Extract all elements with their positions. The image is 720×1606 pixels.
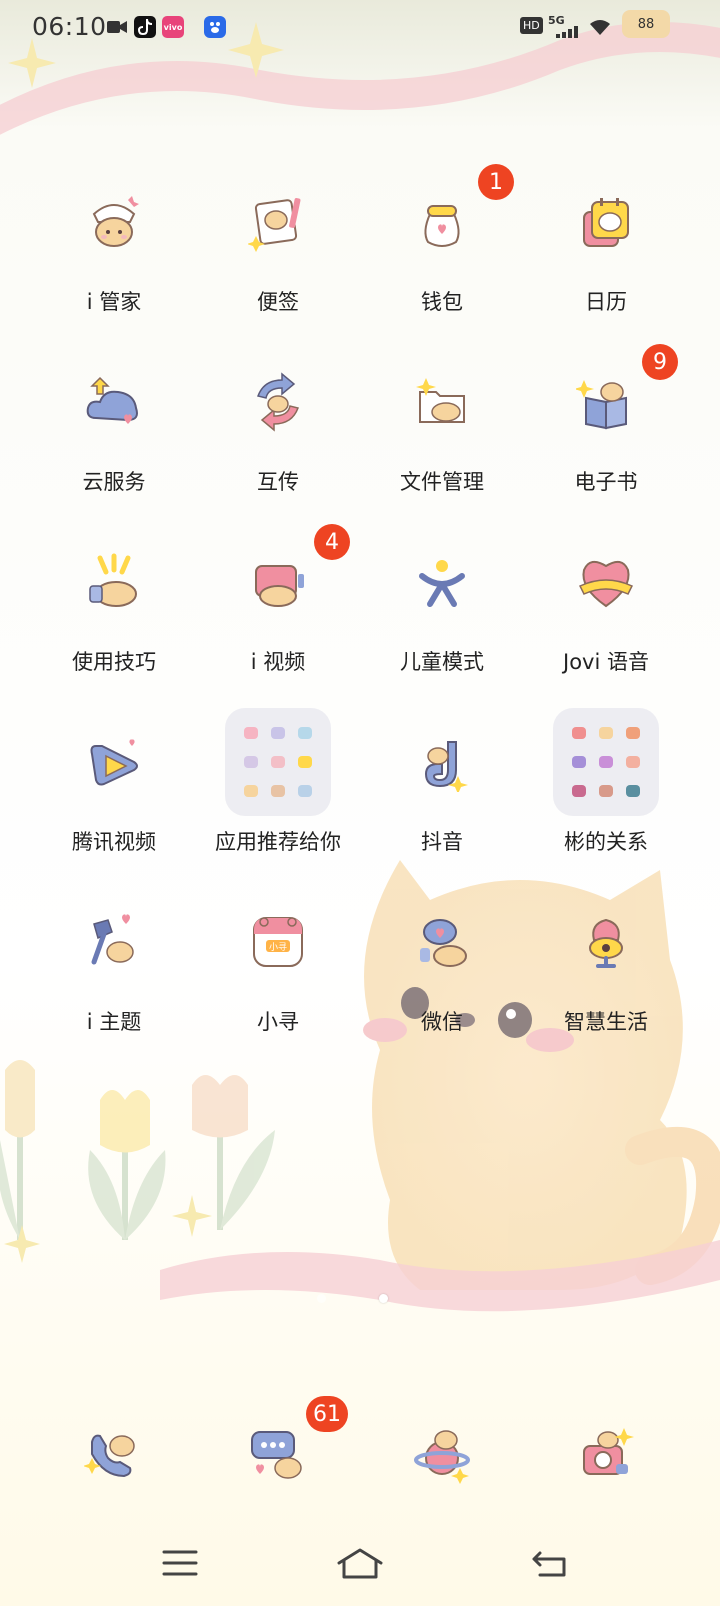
signal-icon <box>556 26 580 42</box>
battery-level: 88 <box>637 16 655 32</box>
notification-badge: 4 <box>314 524 350 560</box>
app-label: 抖音 <box>421 830 463 854</box>
folder-bin-relations[interactable]: 彬的关系 <box>524 708 688 888</box>
app-label: 应用推荐给你 <box>215 830 341 854</box>
app-label: 文件管理 <box>400 470 484 494</box>
camera-cat-icon <box>552 1400 660 1508</box>
app-kids-mode[interactable]: 儿童模式 <box>360 528 524 708</box>
phone-cat-icon <box>60 1400 168 1508</box>
menu-button[interactable] <box>150 1538 210 1588</box>
app-label: 钱包 <box>421 290 463 314</box>
app-grid: i 管家 便签 1 钱包 日历 云服务 互传 文件管理 9 电子书 使用技巧 4… <box>32 164 688 1068</box>
app-label: 微信 <box>421 1010 463 1034</box>
app-label: 腾讯视频 <box>72 830 156 854</box>
hd-indicator: HD <box>520 17 543 34</box>
app-file-manager[interactable]: 文件管理 <box>360 348 524 528</box>
app-douyin[interactable]: 抖音 <box>360 708 524 888</box>
app-label: i 主题 <box>86 1010 142 1034</box>
app-label: Jovi 语音 <box>563 650 649 674</box>
cat-chef-hat-icon <box>60 168 168 276</box>
battery-cat-icon: 88 <box>622 10 670 38</box>
app-notes[interactable]: 便签 <box>196 168 360 348</box>
planet-cat-icon <box>388 1400 496 1508</box>
home-button[interactable] <box>330 1538 390 1588</box>
app-label: 使用技巧 <box>72 650 156 674</box>
app-label: 儿童模式 <box>400 650 484 674</box>
app-calendar[interactable]: 日历 <box>524 168 688 348</box>
app-label: 电子书 <box>574 470 638 494</box>
cat-notepad-icon <box>224 168 332 276</box>
app-label: i 视频 <box>250 650 306 674</box>
folder-app-recommend[interactable]: 应用推荐给你 <box>196 708 360 888</box>
app-smart-life[interactable]: 智慧生活 <box>524 888 688 1068</box>
app-i-theme[interactable]: i 主题 <box>32 888 196 1068</box>
dock-browser[interactable] <box>360 1400 524 1508</box>
cat-transfer-arrows-icon <box>224 348 332 456</box>
xiaoxun-bag-icon: 小寻 <box>224 888 332 996</box>
dock-camera[interactable] <box>524 1400 688 1508</box>
folder-icon <box>553 708 659 816</box>
back-button[interactable] <box>520 1538 580 1588</box>
cat-chat-bubble-icon <box>388 888 496 996</box>
app-tencent-video[interactable]: 腾讯视频 <box>32 708 196 888</box>
xiaoxun-icon-text: 小寻 <box>269 942 287 953</box>
app-wechat[interactable]: 微信 <box>360 888 524 1068</box>
app-label: 日历 <box>585 290 627 314</box>
app-label: 智慧生活 <box>564 1010 648 1034</box>
baidu-icon <box>204 16 226 38</box>
app-wallet[interactable]: 1 钱包 <box>360 164 524 348</box>
child-figure-icon <box>388 528 496 636</box>
cloud-upload-icon <box>60 348 168 456</box>
cat-musical-note-icon <box>388 708 496 816</box>
app-label: 互传 <box>257 470 299 494</box>
vivo-store-icon: vivo <box>162 16 184 38</box>
folder-icon <box>225 708 331 816</box>
cat-calendar-icon <box>552 168 660 276</box>
app-label: 云服务 <box>82 470 146 494</box>
heart-ribbon-icon <box>552 528 660 636</box>
cat-folder-icon <box>388 348 496 456</box>
app-i-video[interactable]: 4 i 视频 <box>196 524 360 708</box>
app-ebook[interactable]: 9 电子书 <box>524 344 688 528</box>
cat-tips-icon <box>60 528 168 636</box>
navigation-bar <box>0 1520 720 1606</box>
wifi-icon <box>588 18 612 40</box>
video-camera-icon <box>106 16 128 38</box>
notification-badge: 1 <box>478 164 514 200</box>
notification-badge: 9 <box>642 344 678 380</box>
dock-phone[interactable] <box>32 1400 196 1508</box>
page-indicator-2[interactable] <box>379 1294 388 1303</box>
back-icon <box>532 1551 566 1577</box>
cat-paintbrush-icon <box>60 888 168 996</box>
dock: 61 <box>32 1396 688 1508</box>
status-time: 06:10 <box>32 12 107 41</box>
play-button-icon <box>60 708 168 816</box>
app-label: i 管家 <box>86 290 142 314</box>
app-i-manager[interactable]: i 管家 <box>32 168 196 348</box>
status-bar: 06:10 vivo HD 5G 88 <box>0 0 720 56</box>
menu-icon <box>162 1550 198 1576</box>
app-xiaoxun[interactable]: 小寻 小寻 <box>196 888 360 1068</box>
app-cloud-service[interactable]: 云服务 <box>32 348 196 528</box>
dock-messages[interactable]: 61 <box>196 1396 360 1508</box>
app-label: 便签 <box>257 290 299 314</box>
app-tips[interactable]: 使用技巧 <box>32 528 196 708</box>
tiktok-icon <box>134 16 156 38</box>
app-label: 彬的关系 <box>564 830 648 854</box>
app-jovi-voice[interactable]: Jovi 语音 <box>524 528 688 708</box>
notification-badge: 61 <box>306 1396 348 1432</box>
lamp-icon <box>552 888 660 996</box>
app-label: 小寻 <box>257 1010 299 1034</box>
home-icon <box>337 1548 383 1579</box>
page-indicator-1[interactable] <box>317 1294 326 1303</box>
app-share[interactable]: 互传 <box>196 348 360 528</box>
